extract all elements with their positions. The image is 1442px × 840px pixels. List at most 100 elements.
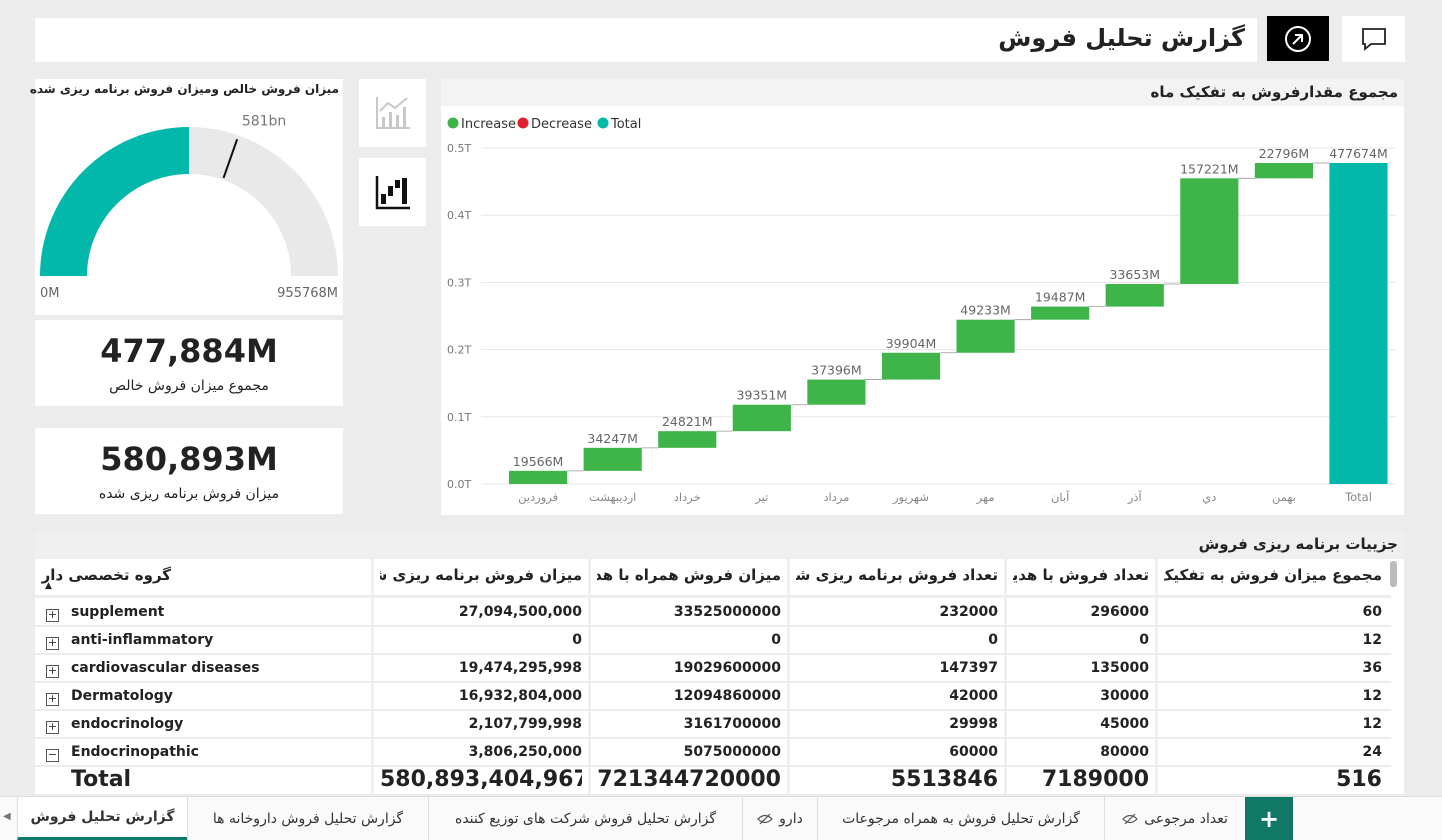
- hidden-eye-icon: [757, 813, 774, 825]
- planned-sales-label: میزان فروش برنامه ریزی شده: [98, 486, 280, 502]
- bar-month-7[interactable]: [956, 319, 1015, 353]
- waterfall-chart-card: مجموع مقدارفروش به تفکیک ماه Increase Dec…: [441, 79, 1404, 515]
- expand-icon[interactable]: +: [46, 693, 59, 706]
- x-tick-label: فروردین: [518, 490, 558, 505]
- collapse-icon[interactable]: −: [46, 749, 59, 762]
- tab-label: گزارش تحلیل فروش: [30, 809, 175, 825]
- data-label: 49233M: [960, 303, 1011, 318]
- legend-label-total: Total: [610, 117, 641, 132]
- x-tick-label: مهر: [976, 490, 995, 505]
- tab-label: دارو: [779, 811, 803, 827]
- line-chart-button[interactable]: [359, 79, 426, 147]
- expand-icon[interactable]: +: [46, 665, 59, 678]
- row-value-months: 24: [1362, 744, 1382, 760]
- bar-month-5[interactable]: [807, 379, 866, 405]
- bar-month-2[interactable]: [583, 447, 642, 471]
- x-tick-label: بهمن: [1272, 490, 1296, 505]
- column-header-gift-amount[interactable]: میزان فروش همراه با هدیه: [597, 566, 781, 584]
- total-months: 516: [1336, 767, 1382, 792]
- net-sales-label: مجموع میزان فروش خالص: [109, 378, 269, 394]
- gauge-max-label: 955768M: [277, 286, 338, 301]
- x-tick-label: آبان: [1051, 490, 1070, 504]
- tab-label: گزارش تحلیل فروش شرکت های توزیع کننده: [455, 811, 717, 827]
- table-title: جزییات برنامه ریزی فروش: [1198, 535, 1398, 553]
- navigate-button[interactable]: [1267, 16, 1329, 61]
- x-tick-label: Total: [1344, 490, 1372, 504]
- bar-month-4[interactable]: [732, 404, 791, 432]
- legend-dot-increase: [447, 117, 459, 129]
- row-value-gift-amount: 12094860000: [673, 688, 781, 704]
- row-value-gift-amount: 33525000000: [673, 604, 781, 620]
- x-tick-label: تیر: [754, 490, 768, 505]
- x-tick-label: اردیبهشت: [589, 490, 636, 505]
- tab-1[interactable]: گزارش تحلیل فروش: [17, 797, 187, 840]
- bar-month-9[interactable]: [1105, 283, 1164, 307]
- sort-ascending-icon[interactable]: ▲: [45, 581, 52, 591]
- data-label: 24821M: [662, 414, 713, 429]
- tab-6[interactable]: تعداد مرجوعی: [1104, 797, 1245, 840]
- gauge-chart: 581bn 0M 955768M: [40, 114, 338, 301]
- row-divider: [35, 737, 1391, 739]
- total-planned-amount: 580,893,404,967: [380, 767, 582, 792]
- tab-3[interactable]: گزارش تحلیل فروش شرکت های توزیع کننده: [428, 797, 742, 840]
- bar-month-6[interactable]: [881, 352, 941, 380]
- bar-month-11[interactable]: [1254, 163, 1314, 179]
- x-tick-label: آذر: [1127, 490, 1143, 505]
- data-label: 157221M: [1180, 161, 1239, 176]
- row-value-planned-count: 232000: [939, 604, 998, 620]
- row-value-gift-amount: 5075000000: [683, 744, 781, 760]
- row-value-planned-count: 42000: [949, 688, 998, 704]
- waterfall-chart-icon: [375, 176, 410, 210]
- bar-month-1[interactable]: [509, 470, 568, 484]
- data-label: 39904M: [886, 336, 937, 351]
- tab-5[interactable]: گزارش تحلیل فروش به همراه مرجوعات: [817, 797, 1104, 840]
- x-tick-label: خرداد: [674, 490, 701, 505]
- y-tick-label: 0.0T: [447, 478, 471, 491]
- comment-icon: [1361, 28, 1386, 51]
- row-value-planned-amount: 3,806,250,000: [468, 744, 582, 760]
- y-tick-label: 0.4T: [447, 209, 471, 222]
- expand-icon[interactable]: +: [46, 637, 59, 650]
- row-value-months: 36: [1362, 660, 1382, 676]
- row-group-label: Dermatology: [71, 688, 173, 704]
- waterfall-chart-button[interactable]: [359, 158, 426, 226]
- row-value-gift-count: 296000: [1090, 604, 1149, 620]
- data-label: 34247M: [587, 431, 638, 446]
- tabs-scroll-left-icon[interactable]: ◀: [3, 811, 11, 822]
- bar-month-8[interactable]: [1031, 306, 1090, 320]
- column-header-planned-amount[interactable]: میزان فروش برنامه ریزی شده: [380, 566, 582, 584]
- x-tick-label: شهریور: [892, 490, 929, 505]
- row-value-planned-amount: 0: [572, 632, 582, 648]
- planned-sales-card: 580,893M میزان فروش برنامه ریزی شده: [35, 428, 343, 514]
- gauge-card: میزان فروش خالص ومیزان فروش برنامه ریزی …: [30, 79, 343, 315]
- expand-icon[interactable]: +: [46, 721, 59, 734]
- data-label: 477674M: [1329, 146, 1388, 161]
- column-header-gift-count[interactable]: تعداد فروش با هدیه: [1013, 566, 1149, 584]
- row-divider: [35, 625, 1391, 627]
- bar-total[interactable]: [1329, 163, 1388, 485]
- y-tick-label: 0.5T: [447, 142, 471, 155]
- column-header-planned-count[interactable]: تعداد فروش برنامه ریزی شده: [796, 566, 998, 584]
- net-sales-value: 477,884M: [100, 332, 278, 370]
- column-header-months[interactable]: مجموع میزان فروش به تفکیک ماه: [1164, 566, 1382, 584]
- bar-month-10[interactable]: [1180, 178, 1239, 284]
- row-group-label: Endocrinopathic: [71, 744, 199, 760]
- column-header-group[interactable]: گروه تخصصی دارو: [41, 566, 171, 584]
- add-page-button[interactable]: +: [1245, 797, 1293, 840]
- table-scrollbar[interactable]: [1390, 561, 1397, 587]
- legend-dot-decrease: [517, 117, 529, 129]
- page-title: گزارش تحلیل فروش: [998, 24, 1245, 52]
- net-sales-card: 477,884M مجموع میزان فروش خالص: [35, 320, 343, 406]
- comment-button[interactable]: [1342, 16, 1405, 62]
- row-group-label: supplement: [71, 604, 165, 620]
- tab-2[interactable]: گزارش تحلیل فروش داروخانه ها: [187, 797, 428, 840]
- row-value-gift-count: 135000: [1090, 660, 1149, 676]
- bar-month-3[interactable]: [658, 431, 717, 448]
- tab-4[interactable]: دارو: [742, 797, 817, 840]
- row-value-planned-amount: 2,107,799,998: [468, 716, 582, 732]
- row-divider: [35, 709, 1391, 711]
- line-chart-icon: [375, 97, 410, 129]
- tab-label: تعداد مرجوعی: [1144, 811, 1228, 827]
- row-value-months: 60: [1362, 604, 1382, 620]
- expand-icon[interactable]: +: [46, 609, 59, 622]
